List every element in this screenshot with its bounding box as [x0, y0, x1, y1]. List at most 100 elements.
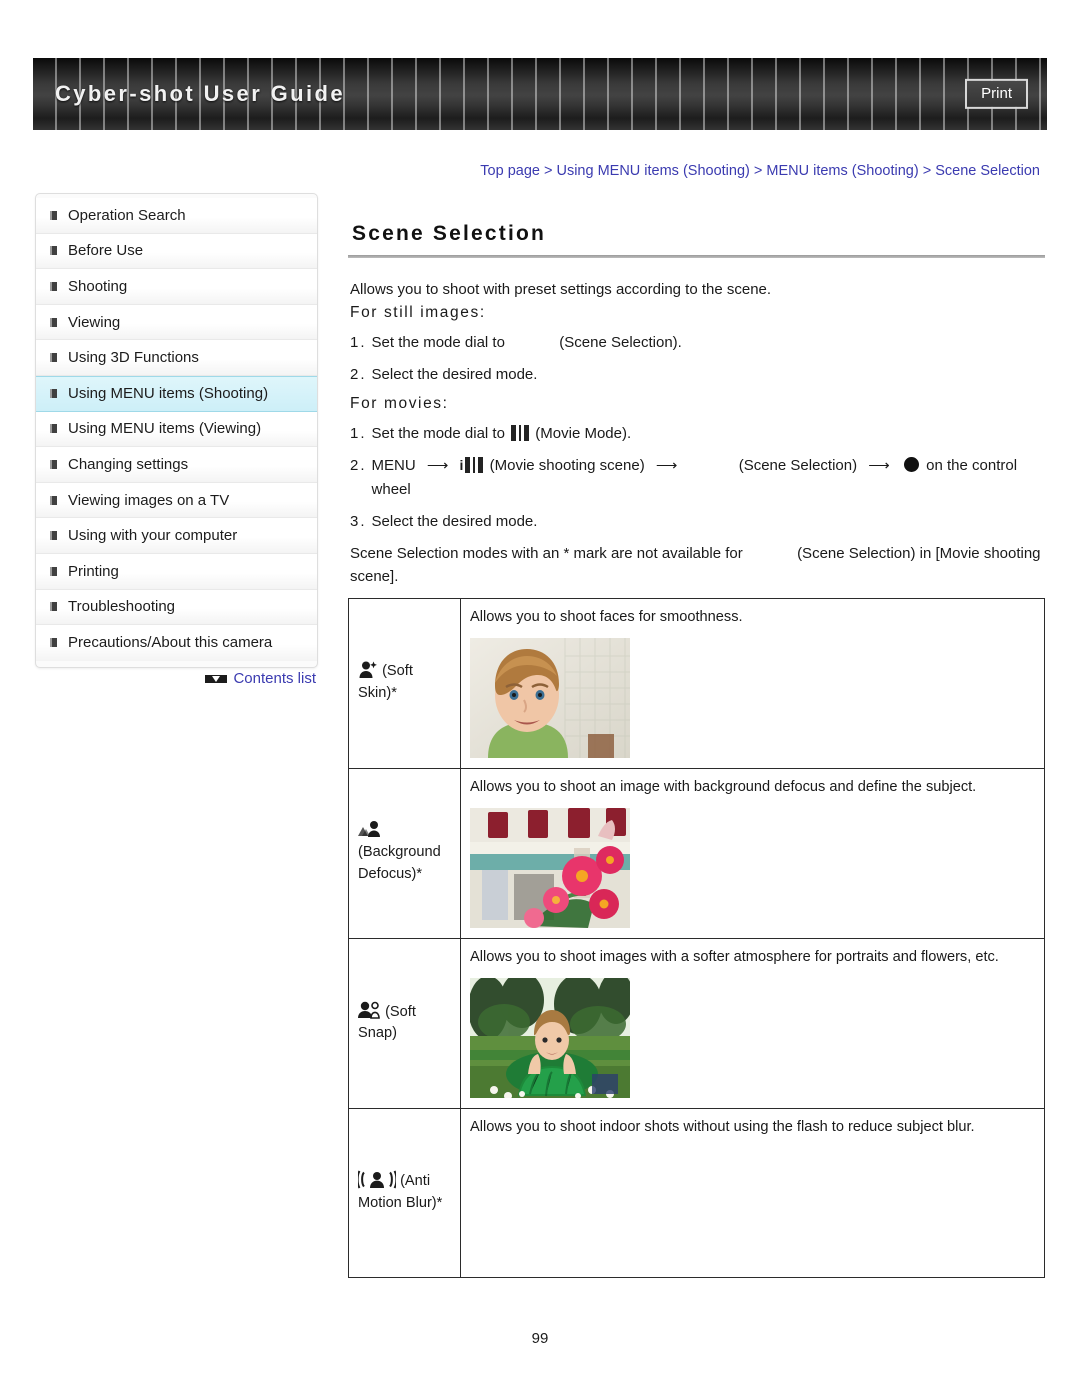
arrow-right-icon: ⟶ [426, 457, 449, 475]
step-text-post: (Scene Selection). [559, 333, 682, 351]
mode-description: Allows you to shoot indoor shots without… [470, 1119, 975, 1136]
sidebar-item-viewing[interactable]: Viewing [36, 304, 317, 341]
bullet-icon [50, 638, 57, 648]
bullet-icon [50, 281, 57, 291]
description-cell: Allows you to shoot images with a softer… [460, 938, 1045, 1110]
movie-step-3: 3. Select the desired mode. [350, 510, 1045, 533]
bullet-icon [50, 566, 57, 576]
bullet-icon [50, 210, 57, 220]
sidebar-nav: Operation Search Before Use Shooting Viewin… [35, 193, 318, 668]
soft-skin-icon [359, 661, 377, 679]
sidebar-item-label: Printing [68, 562, 119, 580]
sidebar-item-using-with-your-computer[interactable]: Using with your computer [36, 518, 317, 554]
sidebar-item-label: Operation Search [68, 206, 186, 224]
bullet-icon [50, 246, 57, 256]
thumbnail-image [470, 978, 630, 1099]
sidebar-item-label: Before Use [68, 242, 144, 260]
sidebar-item-label: Using MENU items (Viewing) [68, 420, 262, 438]
mode-description: Allows you to shoot images with a softer… [470, 949, 999, 966]
availability-note: Scene Selection modes with an * mark are… [350, 542, 1045, 589]
sidebar-item-label: Changing settings [68, 455, 189, 473]
bullet-icon [50, 531, 57, 541]
sidebar-item-troubleshooting[interactable]: Troubleshooting [36, 589, 317, 626]
movie-step-1: 1. Set the mode dial to (Movie Mode). [350, 422, 1045, 445]
sidebar-item-printing[interactable]: Printing [36, 553, 317, 590]
step-number: 2. [350, 457, 367, 475]
mode-cell: (Soft Skin)* [348, 597, 461, 770]
step-text: Select the desired mode. [371, 512, 538, 530]
sidebar-item-before-use[interactable]: Before Use [36, 233, 317, 270]
film-icon [511, 425, 530, 441]
i-label: i [459, 457, 464, 474]
title-divider [348, 255, 1045, 258]
thumbnail-image [470, 638, 630, 759]
arrow-right-icon: ⟶ [655, 457, 678, 475]
arrow-right-icon: ⟶ [868, 457, 890, 475]
movie-step-2: 2. MENU ⟶ i (Movie shooting scene) ⟶ (Sc… [350, 454, 1045, 501]
table-row: (Anti Motion Blur)* Allows you to shoot i… [348, 1108, 1045, 1278]
sidebar-item-label: Shooting [68, 277, 128, 295]
bullet-icon [50, 424, 57, 434]
description-cell: Allows you to shoot faces for smoothness… [460, 597, 1045, 770]
sidebar-item-using-menu-items-viewing[interactable]: Using MENU items (Viewing) [36, 411, 317, 448]
intro-paragraph: Allows you to shoot with preset settings… [350, 281, 772, 298]
background-defocus-icon [358, 820, 380, 837]
table-row: (Background Defocus)* Allows you to shoot… [348, 768, 1045, 940]
bullet-icon [50, 495, 57, 505]
thumbnail-image [470, 808, 630, 929]
page-number: 99 [531, 1330, 549, 1347]
sidebar-item-shooting[interactable]: Shooting [36, 269, 317, 305]
thumbnail-placeholder [470, 1149, 1035, 1267]
sidebar-item-viewing-images-on-a-tv[interactable]: Viewing images on a TV [36, 482, 317, 519]
mode-description: Allows you to shoot an image with backgr… [470, 779, 977, 796]
mode-cell: (Anti Motion Blur)* [348, 1108, 461, 1278]
movie-shooting-scene-icon [465, 457, 484, 474]
movie-shooting-scene-label: (Movie shooting scene) [489, 457, 645, 475]
table-row: (Soft Skin)* Allows you to shoot faces fo… [348, 597, 1045, 770]
main-content: Scene Selection Allows you to shoot with… [348, 222, 1045, 589]
table-row: (Soft Snap) Allows you to shoot images wi… [348, 938, 1045, 1110]
sidebar-item-label: Troubleshooting [68, 598, 176, 616]
sidebar-item-label: Using 3D Functions [68, 349, 199, 367]
step-text-post: (Movie Mode). [535, 425, 632, 442]
bullet-icon [50, 317, 57, 327]
mode-cell: (Soft Snap) [348, 938, 461, 1110]
center-button-icon [903, 457, 919, 473]
step-number: 3. [350, 512, 367, 530]
scene-mode-table: (Soft Skin)* Allows you to shoot faces fo… [348, 597, 1045, 1278]
menu-text: MENU [371, 457, 416, 475]
still-step-1: 1. Set the mode dial to (Scene Selection… [350, 331, 1045, 354]
sidebar-item-label: Viewing [68, 313, 121, 331]
print-button[interactable]: Print [965, 78, 1028, 110]
contents-list-link[interactable]: Contents list [233, 670, 316, 687]
bullet-icon [50, 353, 57, 363]
step-text-pre: Set the mode dial to [371, 425, 505, 442]
step-text-pre: Set the mode dial to [371, 333, 505, 351]
description-cell: Allows you to shoot indoor shots without… [460, 1108, 1045, 1278]
soft-snap-icon [358, 1001, 380, 1019]
mode-cell: (Background Defocus)* [348, 768, 461, 940]
sidebar-item-using-menu-items-shooting[interactable]: Using MENU items (Shooting) [36, 375, 317, 412]
sidebar-item-label: Precautions/About this camera [68, 634, 273, 652]
site-title: Cyber-shot User Guide [55, 81, 346, 106]
sidebar-item-changing-settings[interactable]: Changing settings [36, 447, 317, 483]
sidebar-item-precautions-about-this-camera[interactable]: Precautions/About this camera [36, 625, 317, 661]
sidebar-item-label: Using with your computer [68, 527, 238, 545]
step-text: Select the desired mode. [371, 365, 538, 383]
still-step-2: 2. Select the desired mode. [350, 363, 1045, 386]
bullet-icon [50, 459, 57, 469]
contents-list-row: Contents list [35, 670, 318, 687]
mode-label: (Background Defocus)* [358, 843, 441, 882]
sidebar-item-label: Using MENU items (Shooting) [68, 385, 269, 403]
still-images-heading: For still images: [350, 303, 486, 321]
description-cell: Allows you to shoot an image with backgr… [460, 768, 1045, 940]
sidebar-item-using-3d-functions[interactable]: Using 3D Functions [36, 340, 317, 376]
page-title: Scene Selection [352, 222, 547, 245]
scene-selection-label: (Scene Selection) [738, 457, 858, 475]
sidebar-item-label: Viewing images on a TV [68, 491, 230, 509]
step-number: 1. [350, 333, 367, 351]
breadcrumb[interactable]: Top page > Using MENU items (Shooting) >… [480, 163, 1040, 179]
sidebar-item-operation-search[interactable]: Operation Search [36, 198, 317, 234]
mode-description: Allows you to shoot faces for smoothness… [470, 609, 743, 625]
contents-arrow-icon [205, 674, 228, 683]
